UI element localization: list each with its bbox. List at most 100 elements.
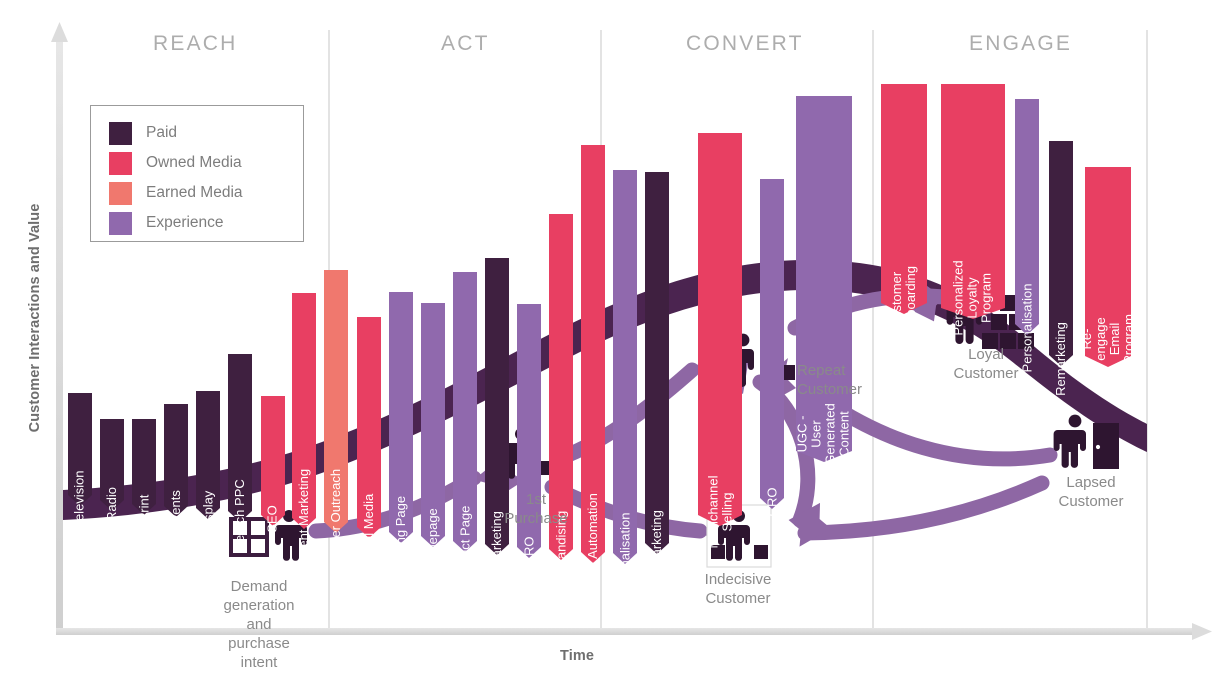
x-axis-label: Time — [560, 648, 594, 664]
legend-item-experience: Experience — [109, 208, 303, 238]
arrow-shaft — [324, 270, 348, 522]
arrow-shaft — [389, 292, 413, 532]
flow-lapsed-to-indecisive — [797, 475, 1050, 541]
tactic-arrow-print: Print — [132, 419, 156, 521]
tactic-arrow-search-ppc: Search PPC — [228, 354, 252, 551]
arrow-shaft — [357, 317, 381, 527]
tactic-arrow-homepage: Homepage — [421, 303, 445, 572]
arrow-shaft — [100, 419, 124, 500]
tactic-arrow-marketing-automation: Marketing Automation — [581, 145, 605, 619]
arrow-shaft — [645, 172, 669, 543]
tactic-arrow-remarketing: Remarketing — [645, 172, 669, 584]
tactic-arrow-influencer-outreach: Influencer Outreach — [324, 270, 348, 583]
persona-first: 1st Purchase — [504, 430, 567, 527]
persona-label-indecisive: Indecisive Customer — [704, 571, 772, 607]
legend-swatch-experience — [109, 211, 132, 235]
legend-swatch-earned — [109, 181, 132, 205]
arrow-tip — [132, 504, 156, 515]
arrow-tip — [517, 547, 541, 558]
persona-indecisive: Indecisive Customer — [705, 510, 772, 607]
arrow-shaft — [581, 145, 605, 552]
arrow-tip — [164, 506, 188, 517]
arrow-shaft — [68, 393, 92, 495]
tactic-arrow-personalized-loyalty-program: Personalized Loyalty Program — [941, 84, 1005, 336]
arrow-tip — [389, 532, 413, 543]
persona-demand: Demand generation and purchase intent — [224, 517, 295, 671]
persona-loyal: Loyal Customer — [953, 285, 1018, 382]
arrow-tip — [796, 451, 852, 462]
arrow-shaft — [1015, 99, 1039, 324]
arrow-shaft — [292, 293, 316, 518]
arrow-tip — [645, 543, 669, 554]
arrow-tip — [292, 518, 316, 529]
arrow-tip — [881, 303, 927, 314]
tactic-arrow-ugc-user-generated-content: UGC - User Generated Content — [795, 96, 852, 465]
arrow-tip — [581, 552, 605, 563]
tactic-arrow-personalisation: Personalisation — [613, 170, 637, 601]
persona-label-demand: Demand generation and purchase intent — [223, 578, 295, 671]
tactic-arrow-events: Events — [164, 404, 188, 530]
arrow-tip — [324, 522, 348, 533]
arrow-tip — [1049, 355, 1073, 366]
arrow-tip — [760, 498, 784, 509]
y-axis-label: Customer Interactions and Value — [27, 203, 43, 433]
tactic-arrow-personalisation: Personalisation — [1015, 99, 1039, 372]
customer-journey-diagram: Customer Interactions and Value Time REA… — [0, 0, 1224, 680]
arrow-shaft — [132, 419, 156, 504]
legend-label-paid: Paid — [146, 124, 178, 141]
arrow-shaft — [1049, 141, 1073, 355]
tactic-arrow-display: Display — [196, 391, 220, 533]
persona-label-repeat: Repeat Customer — [797, 362, 863, 398]
arrow-shaft — [421, 303, 445, 536]
persona-label-loyal: Loyal Customer — [953, 346, 1019, 382]
arrow-shaft — [613, 170, 637, 553]
arrow-shaft — [453, 272, 477, 541]
legend: Paid Owned Media Earned Media Experience — [90, 105, 304, 242]
tactic-arrow-radio: Radio — [100, 419, 124, 521]
tactic-arrow-re-engage-email-program: Re-engage Email Program — [1079, 167, 1136, 367]
arrow-shaft — [261, 396, 285, 515]
stage-header-engage: ENGAGE — [969, 32, 1073, 55]
legend-item-paid: Paid — [109, 118, 303, 148]
legend-item-owned: Owned Media — [109, 148, 303, 178]
legend-label-experience: Experience — [146, 214, 224, 231]
tactic-arrow-multichannel-selling: Multichannel Selling — [698, 133, 742, 549]
tactic-arrow-television: Television — [68, 393, 92, 528]
tactic-arrow-landing-page: Landing Page — [389, 292, 413, 576]
persona-lapsed: Lapsed Customer — [1058, 413, 1123, 510]
tactic-arrow-social-media: Social Media — [357, 317, 381, 568]
stage-header-act: ACT — [441, 32, 490, 55]
arrow-tip — [357, 527, 381, 538]
arrow-shaft — [196, 391, 220, 508]
tactic-arrow-seo: SEO — [261, 396, 285, 533]
arrow-tip — [613, 553, 637, 564]
arrow-tip — [421, 536, 445, 547]
arrow-tip — [1085, 356, 1131, 367]
arrow-tip — [68, 495, 92, 506]
stage-header-convert: CONVERT — [686, 32, 804, 55]
y-axis — [51, 22, 68, 634]
arrow-tip — [100, 500, 124, 511]
persona-label-first: 1st Purchase — [504, 491, 568, 527]
stage-header-reach: REACH — [153, 32, 238, 55]
arrow-shaft — [698, 133, 742, 515]
persona-label-lapsed: Lapsed Customer — [1058, 474, 1124, 510]
arrow-shaft — [164, 404, 188, 506]
arrow-shaft — [941, 84, 1005, 308]
arrow-tip — [453, 541, 477, 552]
flow-lapsed-to-repeat — [810, 388, 1058, 467]
arrow-shaft — [1085, 167, 1131, 356]
arrow-tip — [196, 508, 220, 519]
arrow-shaft — [228, 354, 252, 511]
legend-item-earned: Earned Media — [109, 178, 303, 208]
legend-label-earned: Earned Media — [146, 184, 243, 201]
tactic-arrow-remarketing: Remarketing — [1049, 141, 1073, 396]
arrow-shaft — [881, 84, 927, 303]
legend-swatch-owned — [109, 151, 132, 175]
tactic-arrow-content-marketing: Content Marketing — [292, 293, 316, 575]
persona-repeat: Repeat Customer — [727, 333, 862, 398]
arrow-tip — [1015, 324, 1039, 335]
legend-label-owned: Owned Media — [146, 154, 242, 171]
diagram-canvas — [51, 22, 1212, 640]
tactic-arrow-customer-onboarding: Customer Onboarding — [881, 84, 927, 334]
